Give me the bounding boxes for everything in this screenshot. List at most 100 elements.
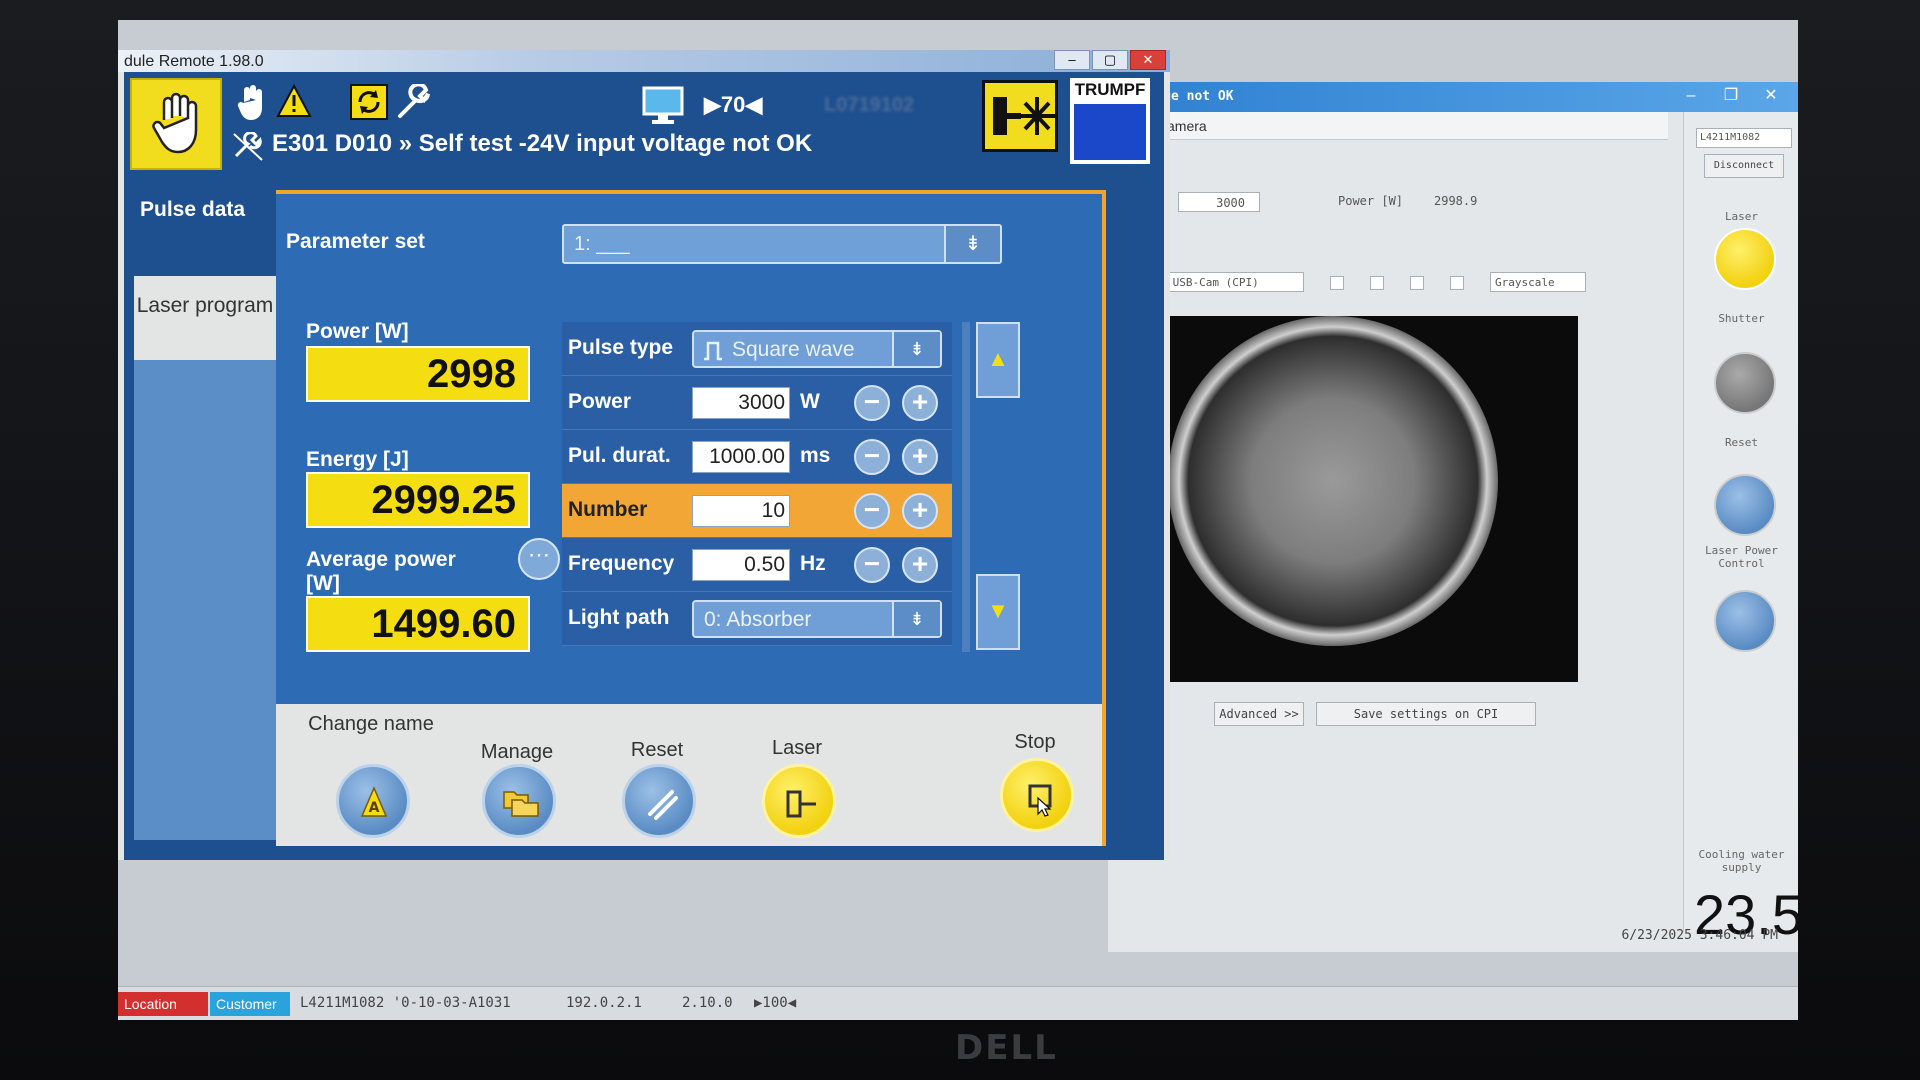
hand-menu-button[interactable]	[130, 78, 222, 170]
reset-button[interactable]	[622, 764, 696, 838]
refresh-icon[interactable]	[350, 84, 388, 120]
parameter-set-dropdown[interactable]: 1: ___ ⇟	[562, 224, 1002, 264]
reset-icon	[648, 790, 678, 820]
number-input[interactable]: 10	[692, 495, 790, 527]
advanced-button[interactable]: Advanced >>	[1214, 702, 1304, 726]
frequency-increment-button[interactable]: +	[902, 547, 938, 583]
camera-settings-row: [W] 3000 Power [W] 2998.9	[1108, 182, 1668, 222]
svg-text:A: A	[369, 800, 380, 816]
parameter-set-value: 1: ___	[574, 233, 630, 255]
minimize-icon[interactable]: –	[1674, 84, 1708, 108]
light-path-dropdown[interactable]: 0: Absorber ⇟	[692, 600, 942, 638]
power-readout: 2998	[306, 346, 530, 402]
status-bar: Location Customer L4211M1082 '0-10-03-A1…	[118, 986, 1798, 1020]
warning-icon[interactable]	[276, 84, 312, 118]
laser-power-control-button[interactable]	[1714, 590, 1776, 652]
disconnect-button[interactable]: Disconnect	[1704, 154, 1784, 178]
laser-icon	[786, 790, 816, 818]
camera-tab-bar: hots - Camera	[1108, 112, 1668, 140]
camera-bottom-bar: Advanced >> Save settings on CPI	[1108, 696, 1668, 732]
frequency-input[interactable]: 0.50	[692, 549, 790, 581]
dropdown-arrow-icon[interactable]: ⇟	[892, 332, 940, 366]
ip-address: 192.0.2.1	[566, 995, 642, 1011]
parameter-list: Pulse type Square wave ⇟ Power 3000 W − …	[562, 322, 952, 652]
maximize-button[interactable]: ▢	[1092, 50, 1128, 70]
hand-small-icon	[237, 85, 262, 120]
param-row-number: Number 10 − +	[562, 484, 952, 538]
close-button[interactable]: ✕	[1130, 50, 1166, 70]
scroll-down-icon[interactable]: ▼	[976, 574, 1020, 650]
param-row-power: Power 3000 W − +	[562, 376, 952, 430]
number-decrement-button[interactable]: −	[854, 493, 890, 529]
device-select[interactable]: L4211M1082	[1696, 128, 1792, 148]
param-row-frequency: Frequency 0.50 Hz − +	[562, 538, 952, 592]
manage-button[interactable]	[482, 764, 556, 838]
window-titlebar: dule Remote 1.98.0 – ▢ ✕	[118, 50, 1170, 72]
tab-pulse-data[interactable]: Pulse data	[132, 190, 272, 270]
number-increment-button[interactable]: +	[902, 493, 938, 529]
parameter-set-label: Parameter set	[286, 230, 425, 253]
camera-window: voltage not OK – ❐ ✕ hots - Camera [W] 3…	[1108, 82, 1798, 952]
checkbox-1[interactable]	[1330, 276, 1344, 290]
power-set-input[interactable]: 3000	[1178, 192, 1260, 212]
camera-titlebar: voltage not OK – ❐ ✕	[1108, 82, 1798, 112]
parameter-scrollbar[interactable]: ▲ ▼	[962, 322, 1020, 652]
change-name-button[interactable]: A	[336, 764, 410, 838]
energy-readout: 2999.25	[306, 472, 530, 528]
window-title: dule Remote 1.98.0	[124, 53, 264, 70]
cycle-counter: ▶70◀	[704, 92, 763, 117]
close-icon[interactable]: ✕	[1754, 84, 1788, 108]
monitor-icon[interactable]	[642, 86, 684, 126]
version: 2.10.0	[682, 995, 733, 1011]
pulse-duration-input[interactable]: 1000.00	[692, 441, 790, 473]
laser-button[interactable]	[762, 764, 836, 838]
laser-status-indicator	[982, 80, 1058, 152]
header-bar: E301 D010 » Self test -24V input voltage…	[124, 72, 1164, 176]
frequency-decrement-button[interactable]: −	[854, 547, 890, 583]
tab-laser-program[interactable]: Laser program	[134, 276, 276, 360]
shutter-button[interactable]	[1714, 352, 1776, 414]
lens-image	[1168, 316, 1498, 646]
reset-side-button[interactable]	[1714, 474, 1776, 536]
dropdown-arrow-icon[interactable]: ⇟	[944, 226, 1000, 262]
action-bar: Change name A Manage Reset Laser Stop	[276, 704, 1102, 846]
tab-pulse-data-label: Pulse data	[140, 198, 246, 221]
restore-icon[interactable]: ❐	[1714, 84, 1748, 108]
content-area: Pulse data Laser program Parameter set 1…	[124, 176, 1164, 860]
mode-select[interactable]: Grayscale	[1490, 272, 1586, 292]
letter-a-icon: A	[360, 786, 388, 817]
customer-badge[interactable]: Customer	[210, 992, 290, 1016]
power-increment-button[interactable]: +	[902, 385, 938, 421]
location-badge[interactable]: Location	[118, 992, 208, 1016]
power-readout-label: Power [W]	[306, 320, 409, 343]
checkbox-3[interactable]	[1410, 276, 1424, 290]
shutter-label: Shutter	[1718, 312, 1765, 325]
checkbox-2[interactable]	[1370, 276, 1384, 290]
pulse-duration-increment-button[interactable]: +	[902, 439, 938, 475]
pulse-type-dropdown[interactable]: Square wave ⇟	[692, 330, 942, 368]
tool-error-icon	[233, 132, 263, 161]
trumpf-window: dule Remote 1.98.0 – ▢ ✕ E301 D010 » Sel…	[118, 50, 1170, 860]
laser-side-panel: L4211M1082 Disconnect Laser Shutter Rese…	[1683, 112, 1798, 946]
save-settings-button[interactable]: Save settings on CPI	[1316, 702, 1536, 726]
stop-button[interactable]	[1000, 758, 1074, 832]
dropdown-arrow-icon[interactable]: ⇟	[892, 602, 940, 636]
minimize-button[interactable]: –	[1054, 50, 1090, 70]
stop-icon	[1028, 784, 1052, 817]
checkbox-4[interactable]	[1450, 276, 1464, 290]
device-id: L4211M1082 '0-10-03-A1031	[300, 995, 511, 1011]
wrench-icon[interactable]	[396, 84, 432, 120]
laser-action: Laser	[732, 704, 862, 844]
laser-button[interactable]	[1714, 228, 1776, 290]
scroll-up-icon[interactable]: ▲	[976, 322, 1020, 398]
energy-readout-label: Energy [J]	[306, 448, 409, 471]
power-decrement-button[interactable]: −	[854, 385, 890, 421]
reset-label: Reset	[1724, 436, 1759, 449]
trumpf-logo: TRUMPF	[1068, 76, 1152, 166]
error-message: E301 D010 » Self test -24V input voltage…	[272, 130, 813, 157]
reset-action: Reset	[592, 704, 722, 844]
pulse-duration-decrement-button[interactable]: −	[854, 439, 890, 475]
power-input[interactable]: 3000	[692, 387, 790, 419]
laser-beam-icon	[993, 97, 1055, 135]
more-options-button[interactable]: ⋯	[518, 538, 560, 580]
